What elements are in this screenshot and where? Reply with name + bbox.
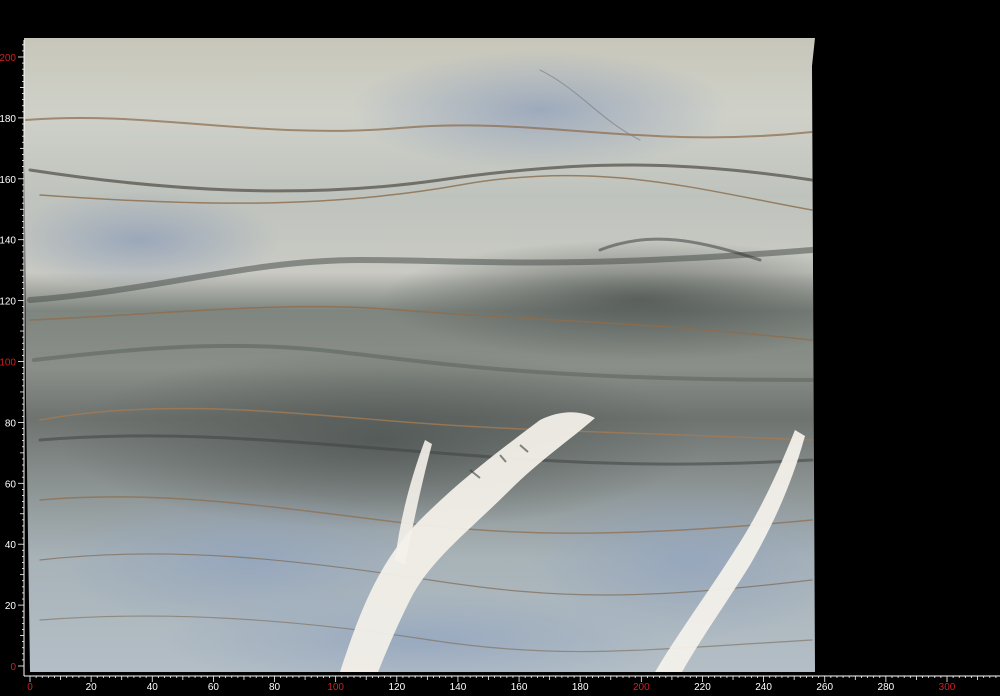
x-tick-label: 300: [939, 682, 956, 693]
x-tick-label: 260: [816, 682, 833, 693]
y-tick-label: 140: [0, 236, 16, 247]
x-tick-label: 60: [208, 682, 220, 693]
marble-slab: [24, 38, 815, 672]
x-tick-label: 220: [694, 682, 711, 693]
y-tick-label: 160: [0, 175, 16, 186]
y-tick-label: 40: [5, 540, 17, 551]
y-tick-label: 120: [0, 297, 16, 308]
y-tick-label: 0: [10, 662, 16, 673]
x-tick-label: 80: [269, 682, 281, 693]
x-tick-label: 40: [147, 682, 159, 693]
x-tick-label: 100: [327, 682, 344, 693]
x-tick-label: 20: [86, 682, 98, 693]
y-tick-label: 80: [5, 418, 17, 429]
x-tick-label: 140: [450, 682, 467, 693]
x-tick-label: 0: [27, 682, 33, 693]
y-tick-label: 60: [5, 479, 17, 490]
x-tick-label: 180: [572, 682, 589, 693]
slab-scan: 0 20 40 60 80 100 120 140 160 180 200 220 240 260 280 3…: [0, 38, 1000, 693]
x-tick-label: 120: [388, 682, 405, 693]
y-tick-label: 200: [0, 53, 16, 64]
x-tick-label: 200: [633, 682, 650, 693]
x-tick-label: 160: [511, 682, 528, 693]
y-tick-label: 180: [0, 114, 16, 125]
y-tick-label: 20: [5, 601, 17, 612]
y-tick-label: 100: [0, 358, 16, 369]
x-tick-label: 280: [878, 682, 895, 693]
x-tick-label: 240: [755, 682, 772, 693]
